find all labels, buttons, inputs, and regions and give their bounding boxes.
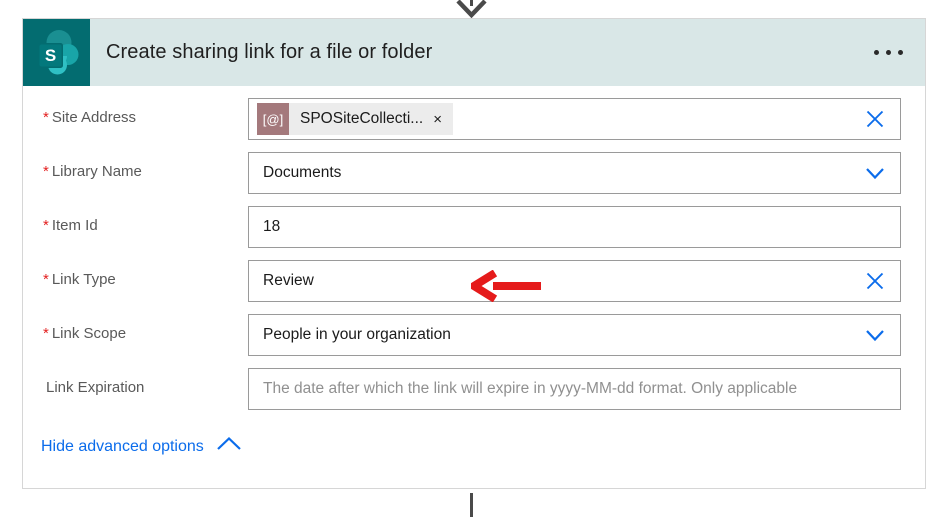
hide-advanced-options-label: Hide advanced options xyxy=(41,437,204,455)
field-label-link-scope: * Link Scope xyxy=(43,314,248,342)
link-type-value: Review xyxy=(263,272,314,289)
svg-text:S: S xyxy=(45,46,56,65)
overflow-dot-3 xyxy=(898,50,903,55)
required-marker: * xyxy=(43,217,49,234)
field-label-text: Link Scope xyxy=(51,325,127,342)
field-label-text: Library Name xyxy=(51,163,142,180)
connector-line-icon xyxy=(470,493,473,517)
field-row-link-scope: * Link Scope People in your organization xyxy=(23,314,925,356)
card-header: S Create sharing link for a file or fold… xyxy=(23,19,925,86)
library-name-value: Documents xyxy=(263,164,342,181)
item-id-input[interactable]: 18 xyxy=(248,206,901,248)
hide-advanced-options-button[interactable]: Hide advanced options xyxy=(41,436,242,457)
field-label-text: Item Id xyxy=(51,217,98,234)
link-type-input[interactable]: Review xyxy=(248,260,901,302)
clear-icon[interactable] xyxy=(862,106,888,132)
field-label-text: Link Expiration xyxy=(46,379,145,396)
chevron-down-icon[interactable] xyxy=(862,322,888,348)
connector-bottom xyxy=(0,489,949,517)
field-label-text: Link Type xyxy=(51,271,116,288)
sharepoint-icon: S xyxy=(23,19,90,86)
close-icon[interactable]: × xyxy=(433,112,453,127)
required-marker: * xyxy=(43,271,49,288)
overflow-dot-2 xyxy=(886,50,891,55)
link-expiration-input[interactable]: The date after which the link will expir… xyxy=(248,368,901,410)
field-label-site-address: * Site Address xyxy=(43,98,248,126)
required-marker: * xyxy=(43,325,49,342)
chevron-up-icon[interactable] xyxy=(216,436,242,457)
field-row-library-name: * Library Name Documents xyxy=(23,152,925,194)
page-title: Create sharing link for a file or folder xyxy=(106,41,433,63)
site-address-token-label: SPOSiteCollecti... xyxy=(300,110,424,127)
field-label-link-expiration: Link Expiration xyxy=(43,368,248,396)
field-label-text: Site Address xyxy=(51,109,137,126)
overflow-dot-1 xyxy=(874,50,879,55)
field-row-link-expiration: Link Expiration The date after which the… xyxy=(23,368,925,410)
required-marker: * xyxy=(43,163,49,180)
card-body: * Site Address [@] SPOSiteCollecti... × *… xyxy=(23,98,925,457)
dynamic-content-icon: [@] xyxy=(257,103,289,135)
site-address-token[interactable]: [@] SPOSiteCollecti... × xyxy=(257,103,453,135)
clear-icon[interactable] xyxy=(862,268,888,294)
link-scope-value: People in your organization xyxy=(263,326,451,343)
field-label-item-id: * Item Id xyxy=(43,206,248,234)
arrow-down-icon xyxy=(456,0,487,19)
field-label-library-name: * Library Name xyxy=(43,152,248,180)
site-address-input[interactable]: [@] SPOSiteCollecti... × xyxy=(248,98,901,140)
field-row-link-type: * Link Type Review xyxy=(23,260,925,302)
field-row-site-address: * Site Address [@] SPOSiteCollecti... × xyxy=(23,98,925,140)
link-scope-dropdown[interactable]: People in your organization xyxy=(248,314,901,356)
link-expiration-placeholder: The date after which the link will expir… xyxy=(263,380,798,397)
overflow-menu-button[interactable] xyxy=(874,19,903,86)
library-name-dropdown[interactable]: Documents xyxy=(248,152,901,194)
field-row-item-id: * Item Id 18 xyxy=(23,206,925,248)
field-label-link-type: * Link Type xyxy=(43,260,248,288)
action-card[interactable]: S Create sharing link for a file or fold… xyxy=(22,18,926,489)
connector-top xyxy=(0,0,949,19)
item-id-value: 18 xyxy=(263,218,281,235)
required-marker: * xyxy=(43,109,49,126)
chevron-down-icon[interactable] xyxy=(862,160,888,186)
